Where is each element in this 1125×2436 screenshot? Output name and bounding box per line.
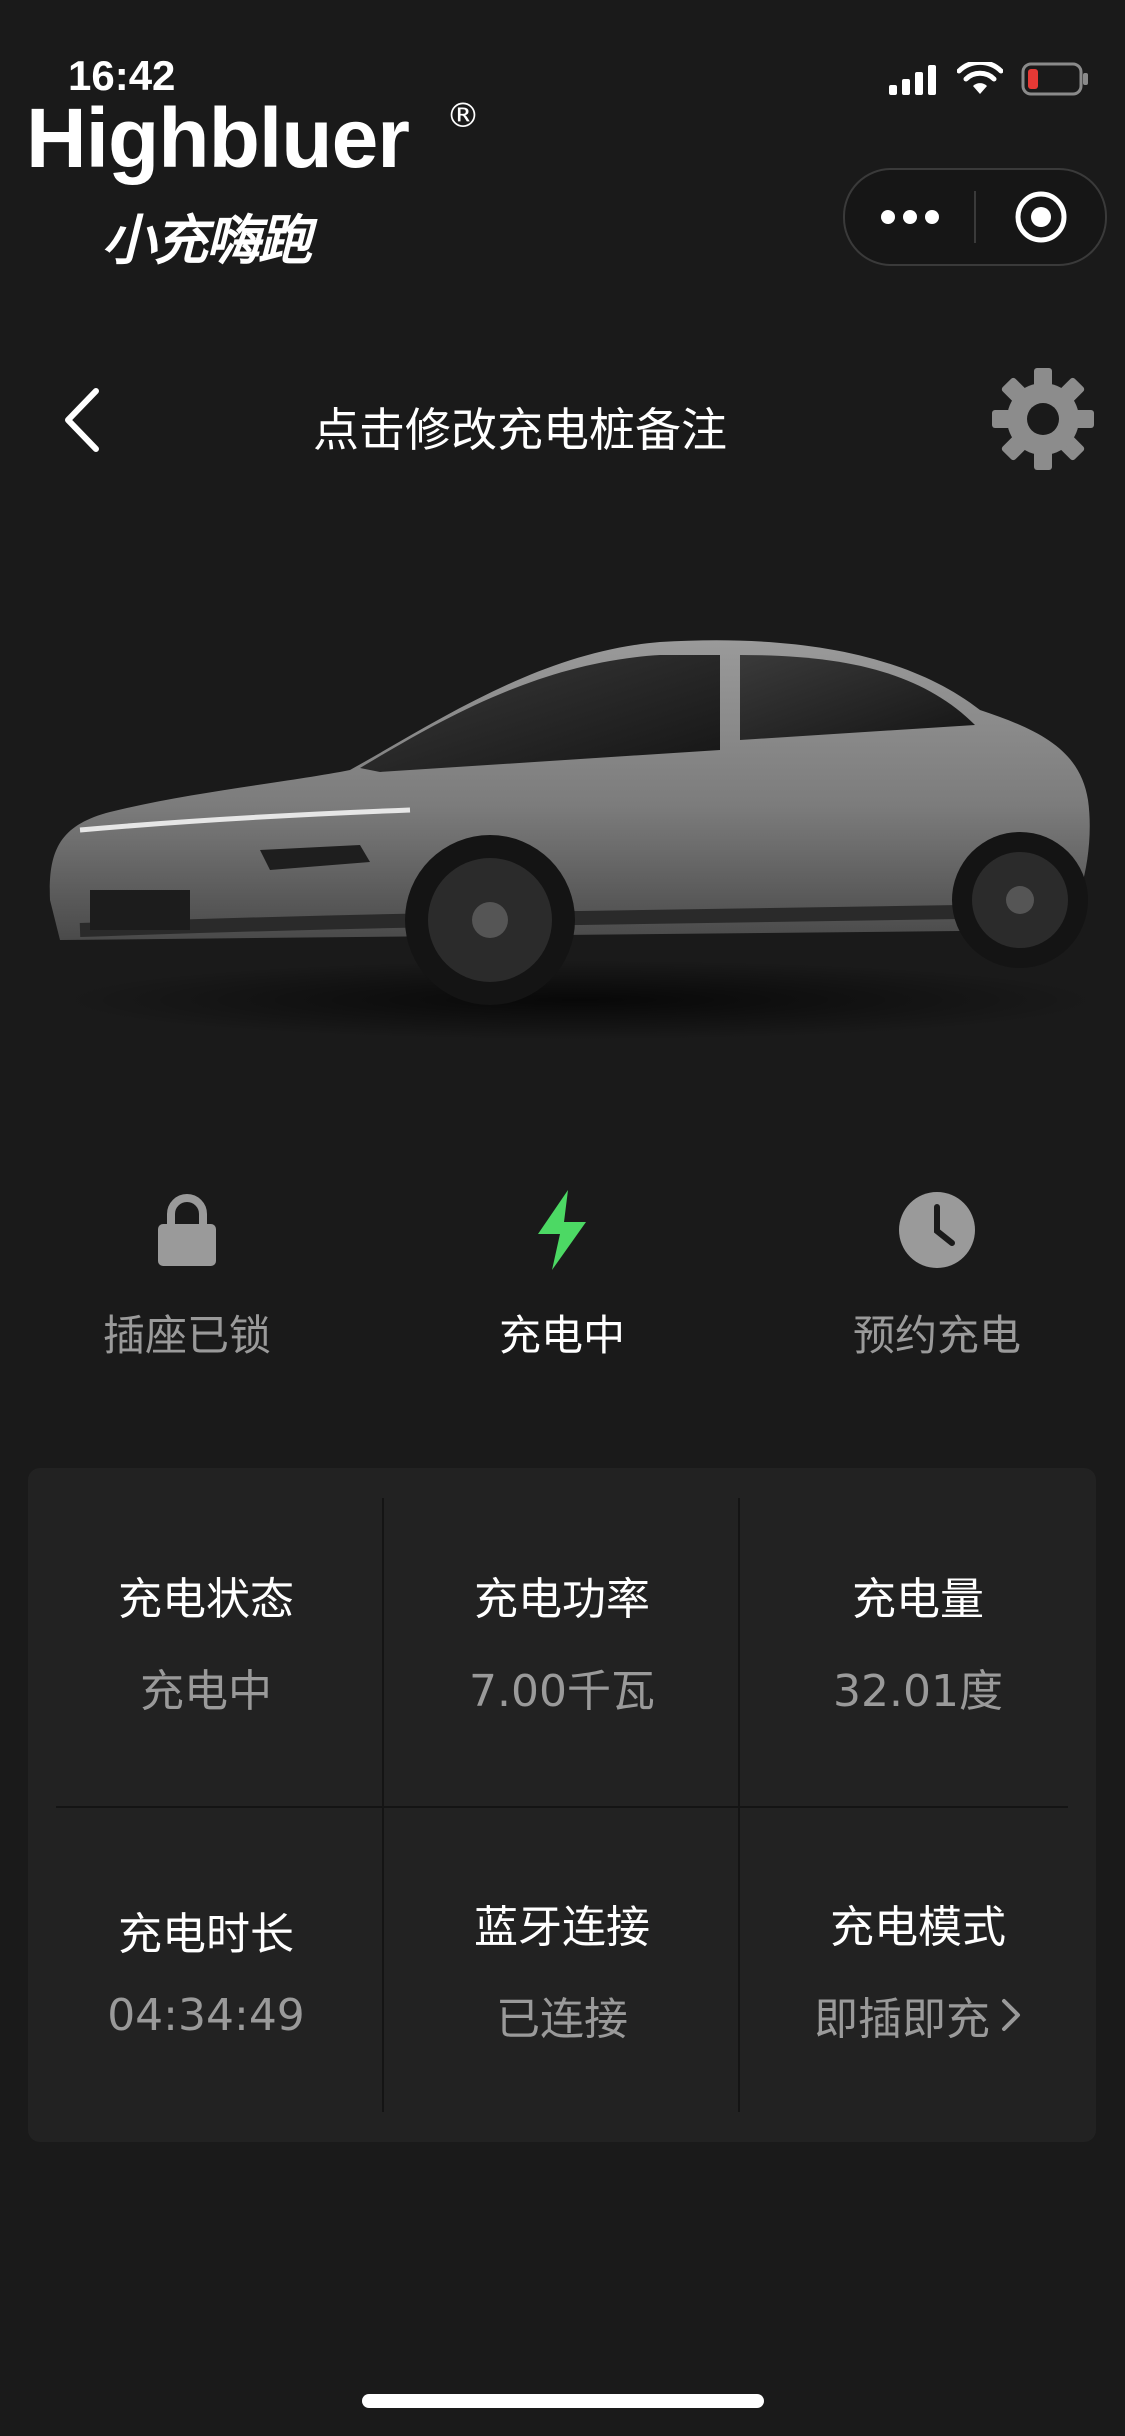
stat-value-text: 7.00千瓦 (469, 1666, 655, 1717)
brand-name: Highbluer (26, 91, 410, 185)
signal-icon (889, 65, 936, 95)
close-miniprogram-button[interactable] (976, 170, 1105, 264)
car-image (49, 640, 1100, 1040)
lock-icon (156, 1180, 218, 1280)
wifi-icon (957, 62, 1003, 94)
stat-title: 充电模式 (830, 1902, 1006, 1953)
registered-mark: ® (446, 96, 480, 136)
page-title[interactable]: 点击修改充电桩备注 (200, 394, 840, 460)
charging-stats-panel: 充电状态 充电中 充电功率 7.00千瓦 充电量 32.01度 充电时长 04:… (28, 1468, 1096, 2142)
mini-program-capsule (843, 168, 1107, 266)
brand-logo: Highbluer ® 小充嗨跑 (26, 91, 480, 272)
home-indicator[interactable] (362, 2394, 764, 2408)
stat-charging-power: 充电功率 7.00千瓦 (384, 1486, 740, 1796)
scheduled-charge-action[interactable]: 预约充电 (807, 1180, 1067, 1363)
stat-value-text: 32.01度 (833, 1666, 1003, 1717)
back-button[interactable] (52, 380, 112, 460)
close-target-icon (1015, 191, 1066, 243)
gear-icon (992, 368, 1094, 470)
stat-charging-mode[interactable]: 充电模式 即插即充 (740, 1814, 1096, 2124)
charging-label: 充电中 (498, 1311, 625, 1360)
stat-value-text: 充电中 (140, 1666, 272, 1717)
more-button[interactable] (845, 170, 974, 264)
battery-low-icon (1021, 62, 1088, 96)
clock-icon (898, 1180, 976, 1280)
stat-value: 即插即充 (814, 1983, 1022, 2047)
stat-charging-status: 充电状态 充电中 (28, 1486, 384, 1796)
socket-lock-label: 插座已锁 (102, 1311, 271, 1360)
stat-value-text: 已连接 (496, 1994, 628, 2045)
brand-slogan: 小充嗨跑 (102, 209, 312, 272)
stat-charged-energy: 充电量 32.01度 (740, 1486, 1096, 1796)
settings-button[interactable] (988, 364, 1098, 474)
stat-value-text: 04:34:49 (107, 1989, 305, 2041)
stat-value: 32.01度 (833, 1655, 1003, 1719)
stat-title: 充电状态 (118, 1574, 294, 1625)
panel-divider (56, 1806, 1068, 1808)
stat-title: 蓝牙连接 (474, 1902, 650, 1953)
stat-title: 充电功率 (474, 1574, 650, 1625)
lightning-icon (534, 1180, 590, 1280)
scheduled-charge-label: 预约充电 (852, 1311, 1021, 1360)
charging-action[interactable]: 充电中 (432, 1180, 692, 1363)
stat-value-text: 即插即充 (814, 1994, 990, 2045)
more-dots-icon (880, 210, 939, 224)
stat-value: 充电中 (140, 1655, 272, 1719)
stat-value: 已连接 (496, 1983, 628, 2047)
charger-actions: 插座已锁 充电中 预约充电 (0, 1180, 1125, 1380)
chevron-right-icon (1002, 1999, 1020, 2031)
stat-bluetooth: 蓝牙连接 已连接 (384, 1814, 740, 2124)
status-icons (889, 62, 1091, 96)
chevron-left-icon (65, 388, 99, 452)
stat-value: 7.00千瓦 (469, 1655, 655, 1719)
stat-title: 充电量 (852, 1574, 984, 1625)
socket-lock-action[interactable]: 插座已锁 (57, 1180, 317, 1363)
stat-charging-duration: 充电时长 04:34:49 (28, 1814, 384, 2124)
stat-title: 充电时长 (118, 1908, 294, 1960)
stat-value: 04:34:49 (107, 1990, 305, 2041)
